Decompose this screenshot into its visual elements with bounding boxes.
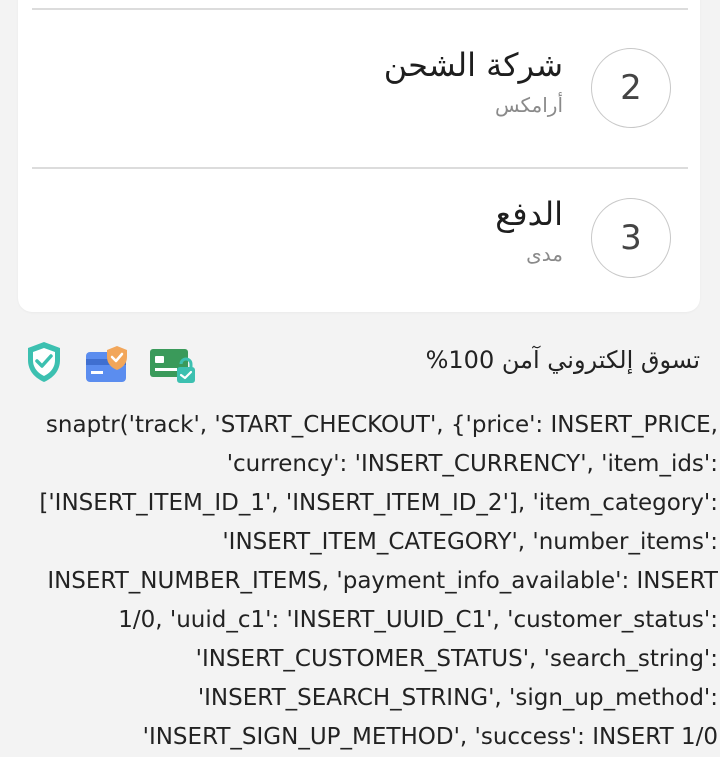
divider — [32, 8, 688, 10]
code-line: 'INSERT_CUSTOMER_STATUS', 'search_string… — [195, 646, 718, 672]
card-lock-icon — [148, 344, 196, 392]
checkout-steps-card — [18, 0, 700, 312]
code-line: 1/0, 'uuid_c1': 'INSERT_UUID_C1', 'custo… — [118, 607, 718, 633]
shipping-company-value: أرامكس — [494, 93, 563, 117]
code-line: 'INSERT_SIGN_UP_METHOD', 'success': INSE… — [142, 724, 718, 750]
payment-method-value: مدى — [526, 242, 563, 266]
shield-check-icon — [24, 340, 64, 388]
code-line: snaptr('track', 'START_CHECKOUT', {'pric… — [45, 412, 718, 438]
step-number-3: 3 — [591, 198, 671, 278]
secure-shopping-text: تسوق إلكتروني آمن 100% — [425, 346, 700, 374]
tracking-code-text: snaptr('track', 'START_CHECKOUT', {'pric… — [2, 406, 718, 757]
card-shield-icon — [84, 344, 130, 390]
code-line: 'INSERT_ITEM_CATEGORY', 'number_items': — [222, 529, 718, 555]
code-line: 'currency': 'INSERT_CURRENCY', 'item_ids… — [226, 451, 718, 477]
code-line: 'INSERT_SEARCH_STRING', 'sign_up_method'… — [197, 685, 718, 711]
code-line: INSERT_NUMBER_ITEMS, 'payment_info_avail… — [47, 568, 718, 594]
code-line: ['INSERT_ITEM_ID_1', 'INSERT_ITEM_ID_2']… — [39, 490, 718, 516]
divider — [32, 167, 688, 169]
step-number-2: 2 — [591, 48, 671, 128]
payment-title[interactable]: الدفع — [495, 195, 563, 233]
shipping-company-title[interactable]: شركة الشحن — [384, 46, 563, 84]
secure-shopping-banner: تسوق إلكتروني آمن 100% — [18, 336, 702, 390]
